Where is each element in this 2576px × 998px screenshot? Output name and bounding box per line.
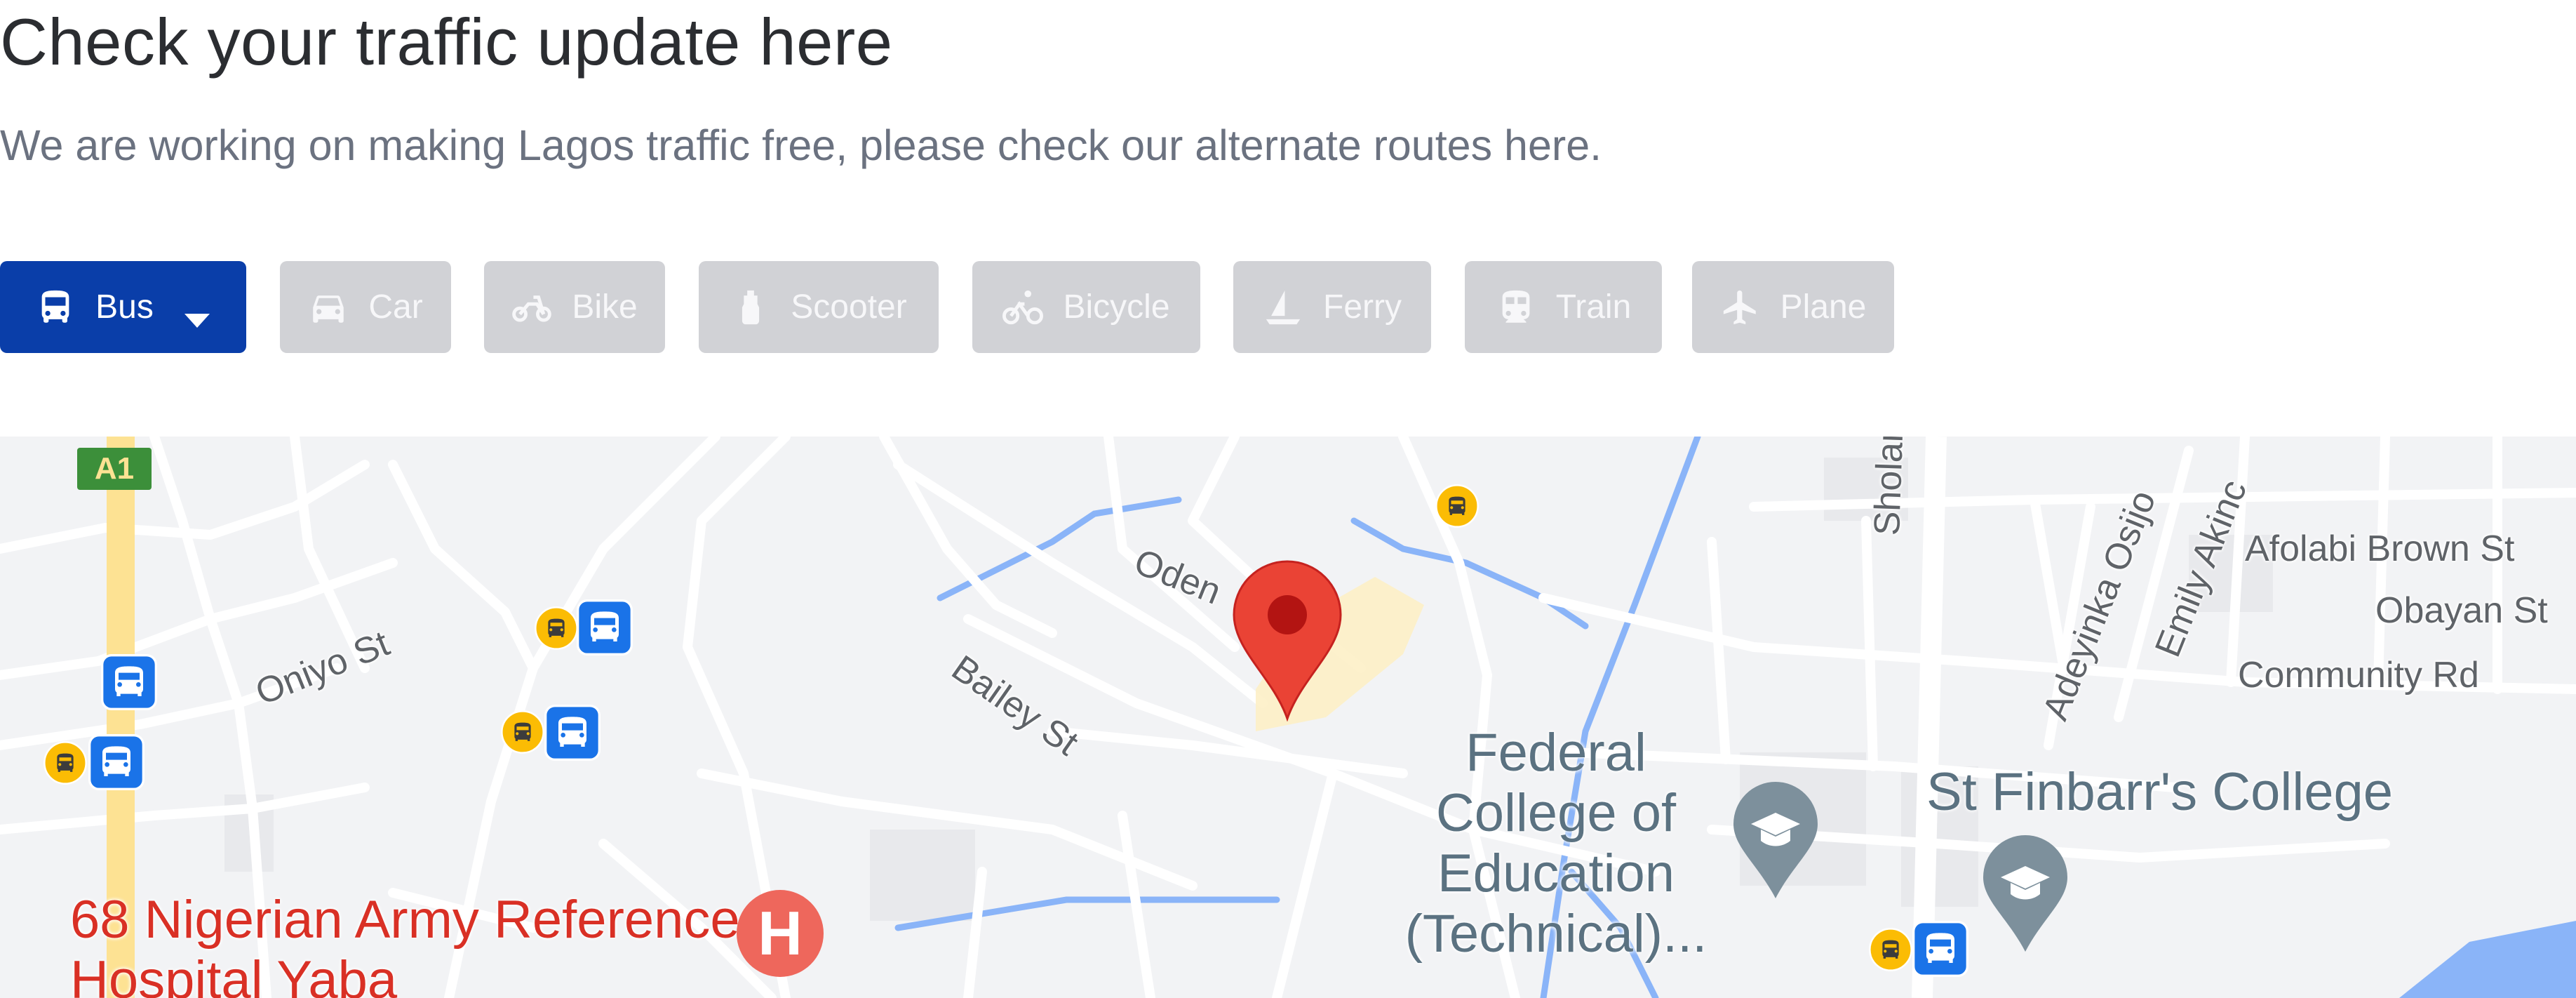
bicycle-icon: [1002, 287, 1044, 328]
bus-stop-icon[interactable]: [1869, 928, 1912, 971]
mode-bike-button[interactable]: Bike: [484, 261, 665, 353]
page-subtitle: We are working on making Lagos traffic f…: [0, 121, 1602, 169]
street-label: Afolabi Brown St: [2245, 528, 2515, 569]
page-title: Check your traffic update here: [0, 5, 893, 79]
bus-stop-icon[interactable]: [535, 606, 578, 650]
chevron-down-icon: [183, 299, 211, 328]
plane-icon: [1720, 287, 1761, 328]
school-pin-icon[interactable]: [1980, 834, 2071, 953]
mode-bicycle-label: Bicycle: [1063, 288, 1170, 326]
mode-car-button[interactable]: Car: [280, 261, 451, 353]
mode-ferry-label: Ferry: [1323, 288, 1402, 326]
scooter-icon: [730, 287, 771, 328]
hospital-name: 68 Nigerian Army Reference Hospital Yaba: [70, 890, 740, 998]
mode-train-button[interactable]: Train: [1465, 261, 1662, 353]
mode-train-label: Train: [1555, 288, 1632, 326]
train-icon: [1496, 287, 1536, 328]
school-pin-icon[interactable]: [1730, 780, 1821, 900]
street-label: Obayan St: [2375, 590, 2548, 631]
transit-station-icon[interactable]: [88, 734, 145, 790]
bus-stop-icon[interactable]: [1435, 484, 1479, 528]
traffic-map[interactable]: A1 Oniyo St Oden Bailey St Sholanke Adey…: [0, 437, 2576, 998]
location-pin-icon[interactable]: [1231, 559, 1343, 721]
mode-plane-button[interactable]: Plane: [1692, 261, 1894, 353]
mode-scooter-label: Scooter: [791, 288, 907, 326]
car-icon: [308, 287, 349, 328]
bus-icon: [35, 287, 76, 328]
college-name: Federal College of Education (Technical)…: [1404, 723, 1708, 964]
bus-stop-icon[interactable]: [43, 741, 87, 785]
mode-bicycle-button[interactable]: Bicycle: [972, 261, 1200, 353]
mode-bus-button[interactable]: Bus: [0, 261, 246, 353]
transit-station-icon[interactable]: [544, 705, 601, 761]
mode-bus-label: Bus: [95, 288, 154, 326]
mode-car-label: Car: [368, 288, 423, 326]
mode-ferry-button[interactable]: Ferry: [1233, 261, 1431, 353]
mode-plane-label: Plane: [1780, 288, 1867, 326]
mode-scooter-button[interactable]: Scooter: [699, 261, 939, 353]
street-label: Sholanke: [1866, 437, 1913, 537]
motorbike-icon: [511, 287, 552, 328]
mode-bike-label: Bike: [572, 288, 638, 326]
hospital-marker-icon[interactable]: H: [737, 890, 824, 977]
transit-station-icon[interactable]: [1912, 921, 1968, 977]
bus-stop-icon[interactable]: [501, 710, 544, 754]
sailboat-icon: [1263, 287, 1303, 328]
transit-station-icon[interactable]: [577, 599, 633, 656]
school-name: St Finbarr's College: [1926, 762, 2393, 822]
transit-station-icon[interactable]: [101, 654, 157, 710]
highway-shield: A1: [77, 448, 152, 490]
street-label: Community Rd: [2238, 655, 2479, 696]
